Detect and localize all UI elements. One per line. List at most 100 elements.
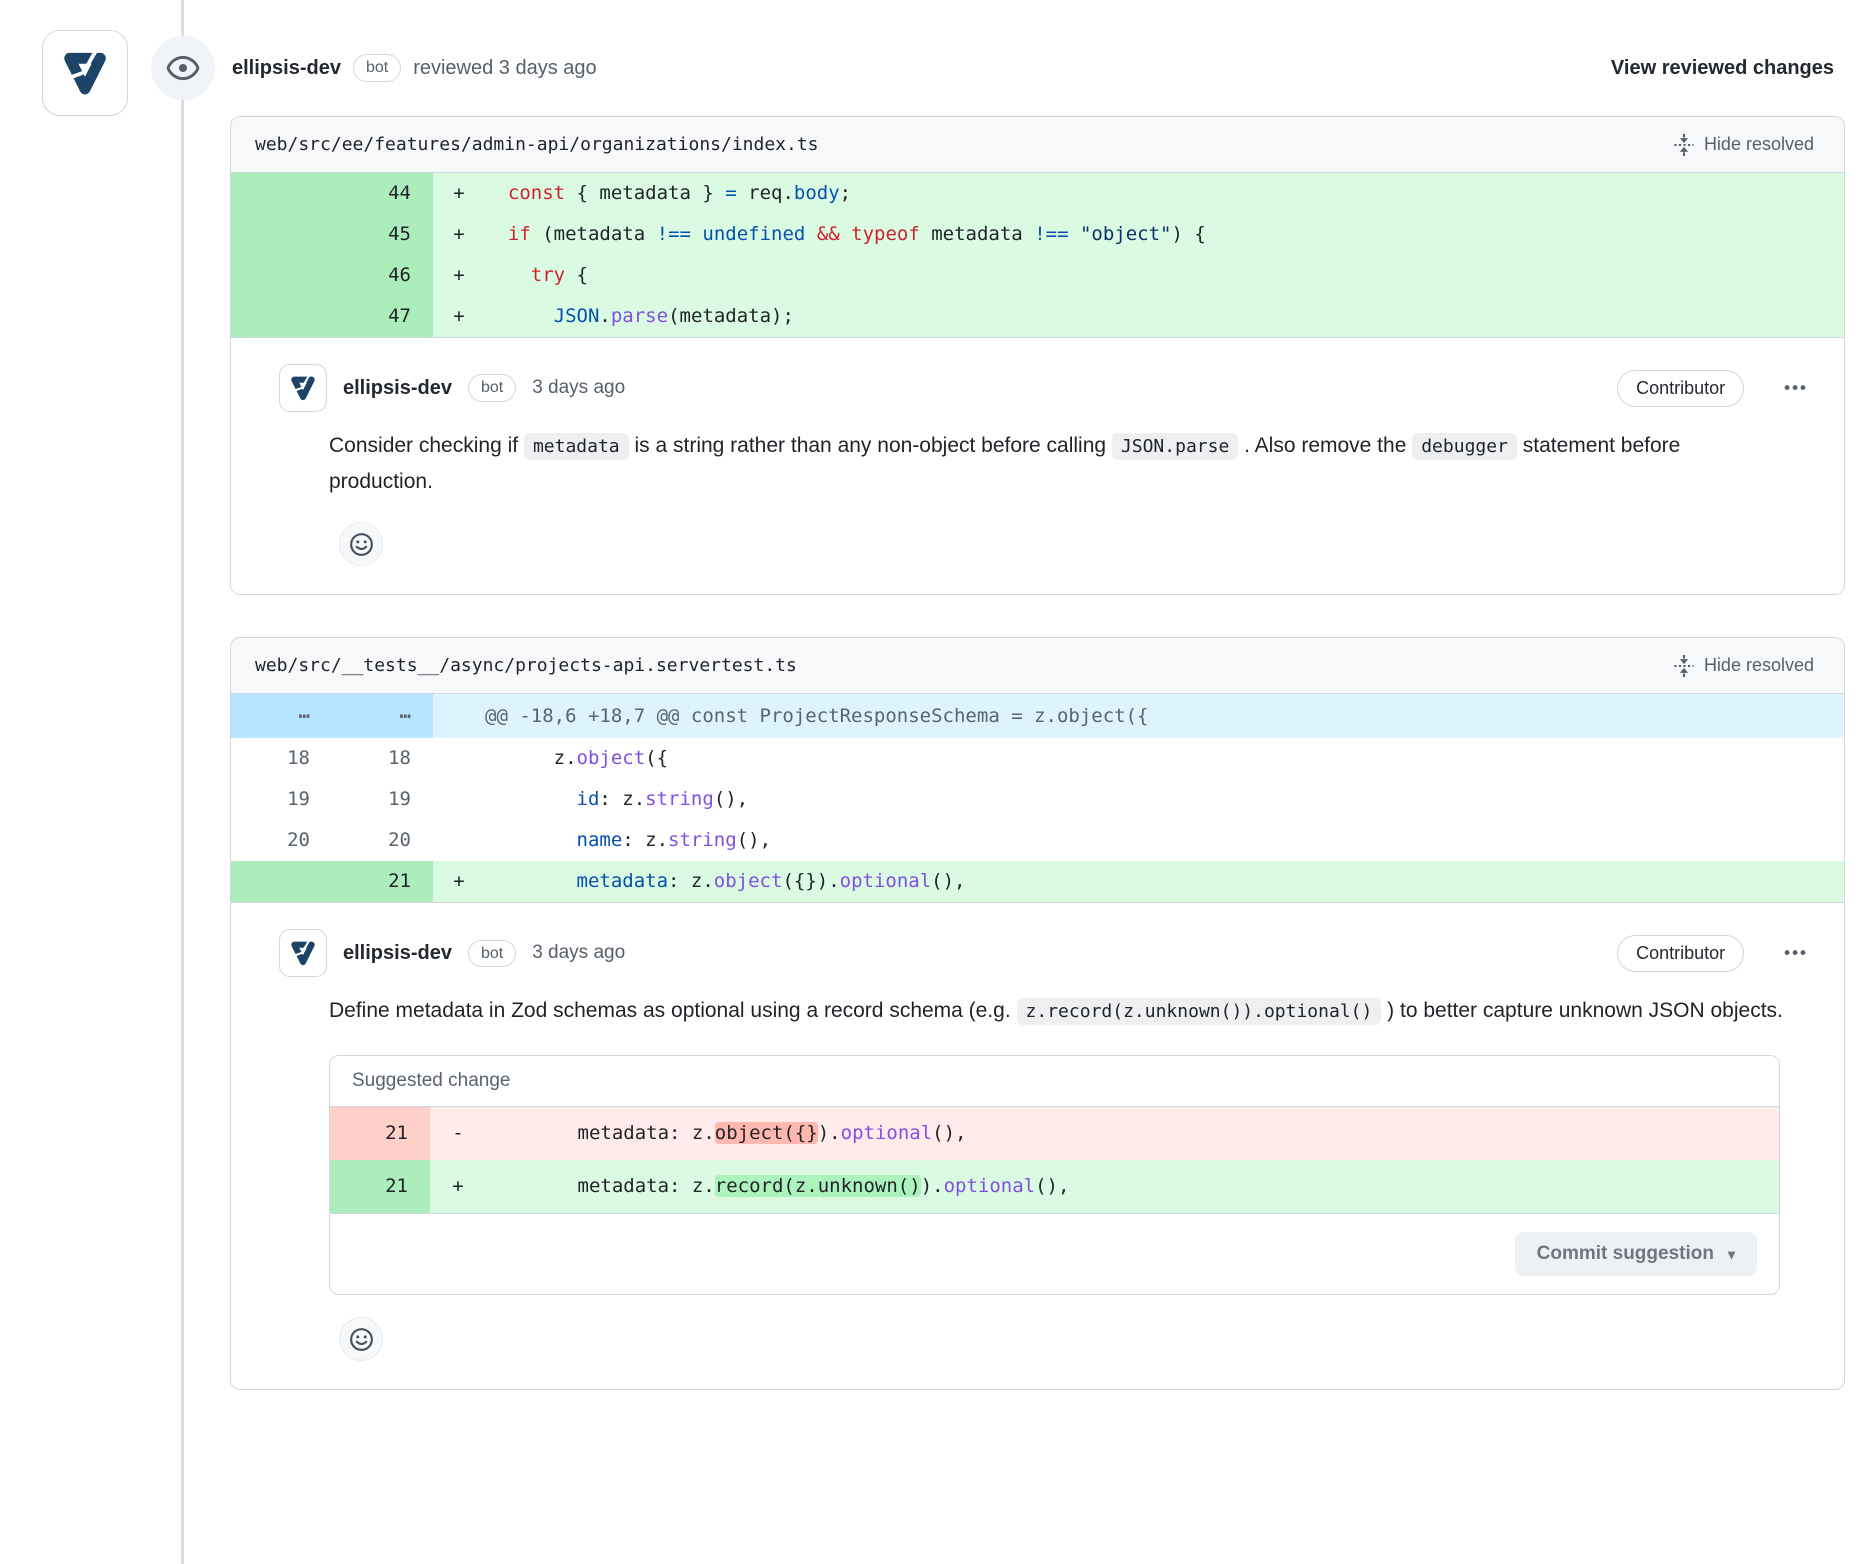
comment-author[interactable]: ellipsis-dev xyxy=(343,377,452,400)
diff-row: 21+ metadata: z.object({}).optional(), xyxy=(231,861,1844,902)
code-token: ). xyxy=(818,1122,841,1144)
expand-hunk-dots[interactable]: ⋯ xyxy=(332,694,433,738)
review-action-text: reviewed 3 days ago xyxy=(413,57,596,80)
code-token xyxy=(485,870,577,892)
comment-timestamp[interactable]: 3 days ago xyxy=(532,942,625,964)
line-number-new[interactable]: 21 xyxy=(332,861,433,902)
comment-body: Define metadata in Zod schemas as option… xyxy=(329,993,1784,1029)
review-thread-card: web/src/ee/features/admin-api/organizati… xyxy=(230,116,1845,595)
code-token: metadata: z. xyxy=(486,1122,715,1144)
line-number-new[interactable]: 44 xyxy=(332,173,433,214)
code-token: : z. xyxy=(668,870,714,892)
review-eye-badge xyxy=(151,36,215,100)
line-number-new[interactable]: 47 xyxy=(332,296,433,337)
smiley-icon xyxy=(348,1326,375,1353)
comment-body: Consider checking if metadata is a strin… xyxy=(329,428,1784,500)
code-token xyxy=(840,223,851,245)
line-number-old[interactable]: 19 xyxy=(231,779,332,820)
code-token: !== xyxy=(657,223,691,245)
diff-row: 45+ if (metadata !== undefined && typeof… xyxy=(231,214,1844,255)
code-token: ({ xyxy=(645,747,668,769)
code-token: optional xyxy=(841,1122,933,1144)
comment-timestamp[interactable]: 3 days ago xyxy=(532,377,625,399)
line-number-old[interactable] xyxy=(231,255,332,296)
line-number-new[interactable]: 45 xyxy=(332,214,433,255)
hide-resolved-button[interactable]: Hide resolved xyxy=(1667,133,1820,157)
contributor-badge: Contributor xyxy=(1617,370,1744,407)
expand-hunk-dots[interactable]: ⋯ xyxy=(231,694,332,738)
diff-code-cell: name: z.string(), xyxy=(433,820,1844,861)
diff-row: 44+ const { metadata } = req.body; xyxy=(231,173,1844,214)
code-token xyxy=(691,223,702,245)
diff-code-line: const { metadata } = req.body; xyxy=(485,173,851,214)
code-token xyxy=(485,829,577,851)
code-token: typeof xyxy=(851,223,920,245)
line-number-old[interactable] xyxy=(231,296,332,337)
line-number-old[interactable] xyxy=(231,861,332,902)
code-token: metadata: z. xyxy=(486,1175,715,1197)
line-number-old[interactable] xyxy=(231,173,332,214)
diff-code-cell: + if (metadata !== undefined && typeof m… xyxy=(433,214,1844,255)
line-number-old[interactable]: 20 xyxy=(231,820,332,861)
line-number-old[interactable] xyxy=(231,214,332,255)
review-comment: ellipsis-dev bot 3 days ago Contributor … xyxy=(231,338,1844,594)
comment-avatar[interactable] xyxy=(279,364,327,412)
comment-text: Define metadata in Zod schemas as option… xyxy=(329,999,1017,1022)
code-token: (), xyxy=(714,788,748,810)
bot-badge: bot xyxy=(353,54,401,81)
line-number-new[interactable]: 19 xyxy=(332,779,433,820)
diff-sign: + xyxy=(433,214,485,255)
diff-code-line: if (metadata !== undefined && typeof met… xyxy=(485,214,1206,255)
view-reviewed-changes-link[interactable]: View reviewed changes xyxy=(1611,57,1834,80)
code-token: (), xyxy=(931,870,965,892)
diff-code-cell: + try { xyxy=(433,255,1844,296)
diff-code-line: try { xyxy=(485,255,588,296)
review-comment: ellipsis-dev bot 3 days ago Contributor … xyxy=(231,903,1844,1389)
comment-avatar[interactable] xyxy=(279,929,327,977)
comment-author[interactable]: ellipsis-dev xyxy=(343,942,452,965)
suggestion-code-line: metadata: z.record(z.unknown()).optional… xyxy=(486,1160,1069,1213)
review-thread-card: web/src/__tests__/async/projects-api.ser… xyxy=(230,637,1845,1390)
file-path-link[interactable]: web/src/__tests__/async/projects-api.ser… xyxy=(255,655,797,676)
suggestion-diff: 21- metadata: z.object({}).optional(),21… xyxy=(330,1107,1779,1213)
suggested-change-title: Suggested change xyxy=(330,1056,1779,1107)
add-reaction-button[interactable] xyxy=(339,1317,383,1361)
diff-sign xyxy=(433,779,485,820)
code-token: && xyxy=(817,223,840,245)
hide-resolved-button[interactable]: Hide resolved xyxy=(1667,654,1820,678)
code-token: (), xyxy=(737,829,771,851)
line-number[interactable]: 21 xyxy=(330,1107,430,1160)
ellipsis-logo-icon xyxy=(285,370,321,406)
line-number-new[interactable]: 20 xyxy=(332,820,433,861)
reviewer-avatar[interactable] xyxy=(42,30,128,116)
inline-code: debugger xyxy=(1412,433,1517,460)
code-token: metadata xyxy=(920,223,1034,245)
code-token: { metadata } xyxy=(565,182,725,204)
code-token: string xyxy=(645,788,714,810)
diff-code-cell: + JSON.parse(metadata); xyxy=(433,296,1844,337)
file-path-link[interactable]: web/src/ee/features/admin-api/organizati… xyxy=(255,134,819,155)
line-number-new[interactable]: 18 xyxy=(332,738,433,779)
add-reaction-button[interactable] xyxy=(339,522,383,566)
kebab-menu-icon[interactable]: ••• xyxy=(1778,942,1814,964)
contributor-badge: Contributor xyxy=(1617,935,1744,972)
diff-sign: + xyxy=(430,1160,486,1213)
diff-code-cell: z.object({ xyxy=(433,738,1844,779)
ellipsis-logo-icon xyxy=(53,41,117,105)
suggested-change-block: Suggested change 21- metadata: z.object(… xyxy=(329,1055,1780,1295)
ellipsis-logo-icon xyxy=(285,935,321,971)
line-number[interactable]: 21 xyxy=(330,1160,430,1213)
code-token: metadata xyxy=(577,870,669,892)
code-token: JSON xyxy=(554,305,600,327)
kebab-menu-icon[interactable]: ••• xyxy=(1778,377,1814,399)
diff-sign: + xyxy=(433,255,485,296)
commit-suggestion-label: Commit suggestion xyxy=(1537,1243,1714,1265)
line-number-new[interactable]: 46 xyxy=(332,255,433,296)
inline-code: JSON.parse xyxy=(1112,433,1238,460)
diff-sign: + xyxy=(433,861,485,902)
line-number-old[interactable]: 18 xyxy=(231,738,332,779)
commit-suggestion-button[interactable]: Commit suggestion ▾ xyxy=(1515,1232,1757,1276)
diff-sign: + xyxy=(433,296,485,337)
diff-row: 1919 id: z.string(), xyxy=(231,779,1844,820)
reviewer-name[interactable]: ellipsis-dev xyxy=(232,57,341,80)
